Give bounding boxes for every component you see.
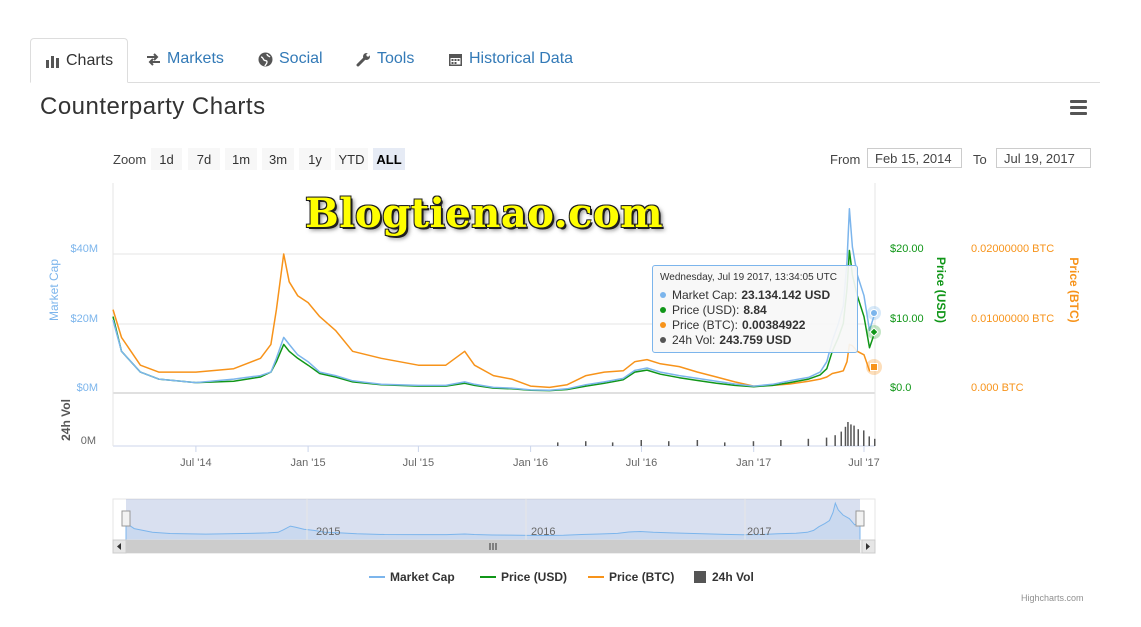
- volume-bar: [857, 429, 859, 446]
- navigator[interactable]: 2015 2016 2017: [112, 498, 876, 541]
- series-dot-icon: [660, 306, 666, 313]
- tooltip-row-price-btc: Price (BTC):0.00384922: [660, 317, 850, 332]
- navigator-left-handle[interactable]: [121, 510, 131, 527]
- volume-bar: [780, 440, 782, 446]
- volume-bar: [585, 441, 587, 446]
- scrollbar[interactable]: [112, 539, 876, 554]
- x-axis-tick-label: Jan '15: [291, 457, 326, 469]
- volume-bar: [752, 441, 755, 446]
- market-cap-tick: $0M: [77, 382, 98, 394]
- volume-bar: [640, 440, 642, 446]
- navigator-right-handle[interactable]: [855, 510, 865, 527]
- volume-bar: [668, 441, 670, 446]
- x-axis-tick-label: Jul '16: [626, 457, 657, 469]
- x-axis-tick-label: Jan '17: [736, 457, 771, 469]
- legend-item-market-cap[interactable]: Market Cap: [369, 568, 455, 586]
- x-axis-tick-label: Jan '16: [513, 457, 548, 469]
- price-usd-tick: $10.00: [890, 313, 924, 325]
- tooltip-header: Wednesday, Jul 19 2017, 13:34:05 UTC: [660, 272, 837, 283]
- tooltip-row-market-cap: Market Cap:23.134.142 USD: [660, 287, 850, 302]
- volume-bar: [874, 438, 876, 446]
- x-axis-tick-label: Jul '17: [848, 457, 879, 469]
- watermark-text: Blogtienao.com: [305, 190, 664, 237]
- series-dot-icon: [660, 291, 666, 298]
- legend-item-price-usd[interactable]: Price (USD): [480, 568, 567, 586]
- price-usd-tick: $0.0: [890, 382, 911, 394]
- volume-bar: [847, 422, 849, 446]
- chart-tooltip: Wednesday, Jul 19 2017, 13:34:05 UTC Mar…: [652, 265, 858, 353]
- price-btc-tick: 0.000 BTC: [971, 382, 1024, 394]
- price-btc-axis-title: Price (BTC): [1067, 257, 1081, 322]
- price-btc-tick: 0.02000000 BTC: [971, 243, 1054, 255]
- volume-tick: 0M: [81, 435, 96, 447]
- navigator-tick: 2017: [747, 526, 771, 538]
- volume-bar: [557, 442, 559, 446]
- volume-bar: [853, 425, 855, 446]
- market-cap-tick: $20M: [70, 313, 98, 325]
- series-dot-icon: [660, 336, 666, 343]
- series-dot-icon: [660, 321, 666, 328]
- navigator-tick: 2015: [316, 526, 340, 538]
- tooltip-row-price-usd: Price (USD):8.84: [660, 302, 850, 317]
- volume-axis-title: 24h Vol: [59, 399, 73, 441]
- x-axis-tick-label: Jul '14: [180, 457, 211, 469]
- legend-item-volume[interactable]: 24h Vol: [694, 568, 754, 586]
- volume-bar: [825, 437, 828, 446]
- volume-bar: [724, 442, 726, 446]
- legend-item-price-btc[interactable]: Price (BTC): [588, 568, 674, 586]
- volume-bar: [807, 438, 810, 446]
- market-cap-tick: $40M: [70, 243, 98, 255]
- price-chart[interactable]: Jul '14 Jan '15 Jul '15 Jan '16 Jul '16 Jan '…: [0, 0, 1141, 627]
- navigator-tick: 2016: [531, 526, 555, 538]
- volume-bar: [844, 426, 847, 446]
- tooltip-row-volume: 24h Vol:243.759 USD: [660, 332, 850, 347]
- volume-bar: [696, 440, 699, 446]
- volume-bar: [611, 442, 614, 446]
- volume-bar: [840, 431, 842, 446]
- highcharts-credit[interactable]: Highcharts.com: [1021, 593, 1084, 603]
- volume-bar: [850, 424, 852, 446]
- volume-bar: [868, 436, 870, 446]
- volume-bar: [863, 430, 865, 446]
- x-axis-tick-label: Jul '15: [403, 457, 434, 469]
- price-btc-tick: 0.01000000 BTC: [971, 313, 1054, 325]
- price-usd-tick: $20.00: [890, 243, 924, 255]
- price-usd-axis-title: Price (USD): [934, 257, 948, 323]
- volume-bar: [834, 435, 836, 446]
- market-cap-axis-title: Market Cap: [47, 259, 61, 321]
